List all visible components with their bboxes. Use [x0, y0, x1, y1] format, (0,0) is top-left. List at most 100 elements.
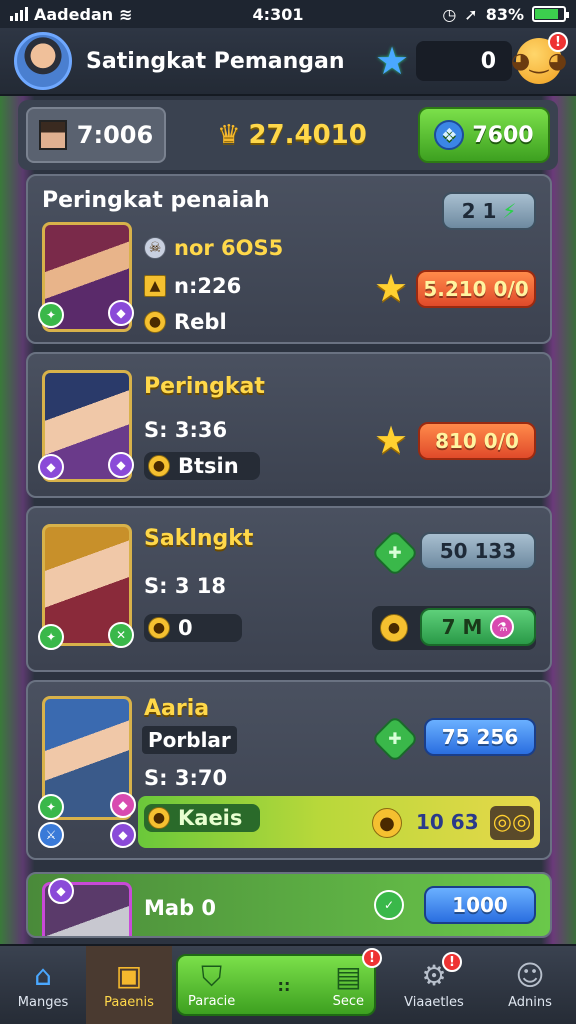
clover-icon: ✚ [370, 714, 420, 764]
carrier-label: Aadedan [34, 4, 114, 24]
score-pill[interactable]: 1000 [424, 886, 536, 924]
stat-row: ▲ n:226 [144, 274, 241, 298]
stat-row: ● 0 [144, 614, 242, 642]
leaderboard-card[interactable]: ✦ ⚔ ◆ ◆ Aaria Porblar S: 3:70 ● Kaeis ● … [26, 680, 552, 860]
map-icon: ▤ [335, 959, 362, 993]
leaderboard-card[interactable]: ◆ Mab 0 ✓ 1000 [26, 872, 552, 938]
leaf-icon: ✦ [38, 624, 64, 650]
rank-name: Saklngkt [144, 526, 254, 551]
wifi-icon: ≋ [119, 4, 133, 24]
nav-label: Viaaetles [404, 994, 464, 1010]
stat-row: ● Rebl [144, 310, 227, 334]
check-icon: ✓ [374, 890, 404, 920]
score-pill[interactable]: 50 133 [420, 532, 536, 570]
star-icon: ★ [374, 266, 409, 310]
stat-row: ☠ nor 6OS5 [144, 236, 283, 260]
coin-icon: ● [144, 311, 166, 333]
nav-label: Sece [332, 993, 364, 1009]
divider-dots: :: [277, 975, 291, 995]
stat-row: ● Kaeis [144, 804, 260, 832]
chest-icon: ▣ [115, 958, 143, 992]
card-title: Peringkat penaiah [42, 188, 270, 213]
nav-item-home[interactable]: ⌂ Manges [0, 946, 86, 1024]
notification-badge: ! [442, 952, 462, 972]
clover-icon: ✚ [370, 528, 420, 578]
nav-label: Paracie [188, 993, 236, 1009]
star-icon: ★ [374, 418, 409, 462]
home-icon: ⌂ [34, 958, 52, 992]
gems-button[interactable]: ❖ 7600 [418, 107, 550, 163]
rank-name: Aaria [144, 696, 210, 721]
reward-pill[interactable]: 7 M ⚗ [420, 608, 536, 646]
emoji-icon[interactable]: ◕‿◕ ! [511, 32, 568, 84]
battery-icon [532, 6, 569, 22]
notification-badge: ! [362, 948, 382, 968]
timer-button[interactable]: 7:006 [26, 107, 166, 163]
reward-pill[interactable]: 5.210 0/0 [416, 270, 536, 308]
coin-icon: ● [148, 617, 170, 639]
battery-percent: 83% [485, 4, 524, 24]
leaderboard-card[interactable]: Peringkat penaiah ✦ ◆ ☠ nor 6OS5 ▲ n:226… [26, 174, 552, 344]
stat-value: 0 [178, 616, 193, 640]
gem-icon: ❖ [434, 120, 465, 150]
bottom-nav: ⌂ Manges ▣ Paaenis ⛉ Paracie :: ▤ Sece !… [0, 944, 576, 1024]
gem-badge-icon: ◆ [108, 300, 134, 326]
gem-badge-icon: ◆ [38, 454, 64, 480]
gem-badge-icon: ◆ [110, 822, 136, 848]
stat-value: S: 3:70 [144, 766, 228, 790]
stat-value: nor 6OS5 [174, 236, 284, 260]
stat-value: S: 3:36 [144, 418, 228, 442]
potion-icon: ⚗ [490, 615, 515, 639]
score-pill[interactable]: 75 256 [424, 718, 536, 756]
score-display: 0 [416, 41, 512, 81]
face-glyph: ◕‿◕ [510, 48, 568, 74]
nav-label: Paaenis [104, 994, 154, 1010]
status-bar: Aadedan ≋ 4:301 ◷ ➚ 83% [0, 0, 576, 28]
avatar[interactable] [14, 32, 72, 90]
nav-center-panel[interactable]: ⛉ Paracie :: ▤ Sece ! [176, 948, 382, 1016]
gem-badge-icon: ◆ [48, 878, 74, 904]
leaf-icon: ✦ [38, 794, 64, 820]
coin-icon: ● [380, 614, 408, 642]
nav-item-chest[interactable]: ▣ Paaenis [86, 946, 172, 1024]
stat-row: ● Btsin [144, 452, 260, 480]
gold-icon: ♛ [217, 120, 241, 150]
gold-display: ♛ 27.4010 [174, 120, 410, 150]
rank-name: Peringkat [144, 374, 265, 399]
stat-value: Rebl [174, 310, 227, 334]
stat-value: n:226 [174, 274, 242, 298]
star-icon[interactable]: ★ [372, 39, 412, 83]
coin-stack-icon: ◎◎ [490, 806, 534, 840]
gems-value: 7600 [472, 122, 534, 148]
stat-value: S: 3 18 [144, 574, 226, 598]
coin-icon: ● [148, 455, 170, 477]
profile-icon: ☺ [515, 958, 545, 992]
sword-icon: ⚔ [38, 822, 64, 848]
skull-icon: ☠ [144, 237, 166, 259]
leaderboard-card[interactable]: ◆ ◆ Peringkat S: 3:36 ● Btsin ★ 810 0/0 [26, 352, 552, 498]
notification-badge: ! [548, 32, 568, 52]
nav-label: Manges [17, 994, 69, 1010]
close-circle-icon: ✕ [108, 622, 134, 648]
coin-icon: ● [372, 808, 402, 838]
gem-badge-icon: ◆ [108, 452, 134, 478]
gold-value: 27.4010 [248, 120, 367, 150]
nav-item-map[interactable]: ▤ Sece [332, 959, 364, 1009]
stat-value: Mab 0 [144, 896, 217, 920]
leaf-icon: ✦ [38, 302, 64, 328]
gem-badge-icon: ◆ [110, 792, 136, 818]
resource-bar: 7:006 ♛ 27.4010 ❖ 7600 [18, 100, 558, 170]
nav-item-settings[interactable]: ⚙ Viaaetles ! [380, 946, 488, 1024]
reward-pill[interactable]: 810 0/0 [418, 422, 536, 460]
nav-item-shield[interactable]: ⛉ Paracie [188, 961, 236, 1009]
rank-badge[interactable]: 2 1 ⚡ [442, 192, 536, 230]
leaderboard-card[interactable]: ✦ ✕ Saklngkt S: 3 18 ● 0 ✚ 50 133 ● 7 M … [26, 506, 552, 672]
rank-value: 2 1 [461, 199, 497, 223]
portrait-icon [38, 120, 67, 150]
coin-icon: ● [148, 807, 170, 829]
signal-icon [10, 7, 28, 21]
alarm-icon: ◷ [442, 4, 457, 24]
nav-item-profile[interactable]: ☺ Adnins [488, 946, 572, 1024]
clock: 4:301 [252, 4, 304, 24]
reward-value: 7 M [441, 615, 483, 639]
